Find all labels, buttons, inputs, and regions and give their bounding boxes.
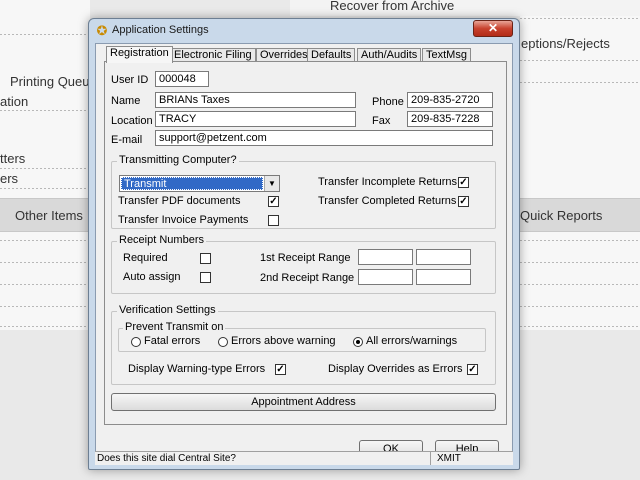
transfer-pdf-checkbox[interactable]: ✓ [268,196,279,207]
bg-divider [0,284,90,285]
bg-divider [0,240,90,241]
bg-divider [520,262,640,263]
receipt-numbers-title: Receipt Numbers [117,234,206,246]
receipt-numbers-group: Receipt Numbers Required Auto assign 1st… [111,234,496,294]
display-warning-label: Display Warning-type Errors [128,363,266,375]
dialog-title: Application Settings [112,24,209,36]
required-checkbox[interactable] [200,253,211,264]
user-id-field[interactable]: 000048 [155,71,209,87]
second-receipt-range-label: 2nd Receipt Range [260,272,355,284]
errors-above-warning-radio[interactable] [218,337,228,347]
bg-divider [520,306,640,307]
prevent-transmit-title: Prevent Transmit on [123,321,226,333]
location-field[interactable]: TRACY [155,111,356,127]
bg-printing-queue[interactable]: Printing Queue [10,74,97,89]
first-range-start-field[interactable] [358,249,413,265]
transfer-pdf-label: Transfer PDF documents [118,195,241,207]
bg-quick-reports[interactable]: Quick Reports [520,208,602,223]
bg-divider [520,18,640,19]
user-id-label: User ID [111,74,149,86]
second-range-end-field[interactable] [416,269,471,285]
transmit-mode-select[interactable]: Transmit ▼ [119,175,280,192]
display-warning-checkbox[interactable]: ✓ [275,364,286,375]
chevron-down-icon[interactable]: ▼ [264,176,279,191]
phone-label: Phone [372,96,404,108]
auto-assign-checkbox[interactable] [200,272,211,283]
all-errors-warnings-radio[interactable] [353,337,363,347]
display-overrides-checkbox[interactable]: ✓ [467,364,478,375]
transmitting-computer-group: Transmitting Computer? Transmit ▼ Transf… [111,154,496,229]
bg-item-ers[interactable]: ers [0,171,18,186]
bg-divider [520,240,640,241]
bg-divider [0,326,90,327]
email-label: E-mail [111,134,143,146]
fax-field[interactable]: 209-835-7228 [407,111,493,127]
appointment-address-button[interactable]: Appointment Address [111,393,496,411]
bg-divider [520,60,640,61]
fatal-errors-label: Fatal errors [144,335,201,347]
first-receipt-range-label: 1st Receipt Range [260,252,351,264]
bg-divider [520,284,640,285]
location-label: Location [111,115,153,127]
fax-label: Fax [372,115,391,127]
fatal-errors-radio[interactable] [131,337,141,347]
close-button[interactable]: ✕ [473,20,513,37]
first-range-end-field[interactable] [416,249,471,265]
second-range-start-field[interactable] [358,269,413,285]
transfer-invoice-checkbox[interactable] [268,215,279,226]
bg-item-tters[interactable]: tters [0,151,25,166]
bg-divider [520,82,640,83]
errors-above-warning-label: Errors above warning [231,335,336,347]
registration-tab-panel: User ID 000048 Name BRIANs Taxes Phone 2… [104,61,507,425]
bg-divider [0,34,90,35]
bg-divider [0,188,90,189]
dialog-client-area: Registration Electronic Filing Overrides… [95,43,513,463]
bg-recover-archive[interactable]: Recover from Archive [330,0,454,13]
transmit-mode-value: Transmit [121,177,263,190]
email-field[interactable]: support@petzent.com [155,130,493,146]
bg-divider [520,326,640,327]
bg-divider [0,168,90,169]
tab-registration[interactable]: Registration [106,46,173,63]
name-field[interactable]: BRIANs Taxes [155,92,356,108]
bg-item-ation[interactable]: ation [0,94,28,109]
verification-settings-title: Verification Settings [117,304,218,316]
all-errors-warnings-label: All errors/warnings [366,335,458,347]
bg-divider [0,110,90,111]
status-message: Does this site dial Central Site? [95,452,431,465]
prevent-transmit-group: Prevent Transmit on Fatal errors Errors … [118,321,486,352]
transfer-completed-label: Transfer Completed Returns [318,195,457,207]
transfer-incomplete-label: Transfer Incomplete Returns [318,176,457,188]
app-icon: ✪ [96,23,108,38]
title-bar[interactable]: ✪ Application Settings ✕ [89,19,519,43]
bg-divider [0,262,90,263]
name-label: Name [111,95,141,107]
verification-settings-group: Verification Settings Prevent Transmit o… [111,304,496,385]
bg-divider [0,306,90,307]
transfer-invoice-label: Transfer Invoice Payments [118,214,249,226]
application-settings-dialog: ✪ Application Settings ✕ Registration El… [88,18,520,470]
phone-field[interactable]: 209-835-2720 [407,92,493,108]
transfer-completed-checkbox[interactable]: ✓ [458,196,469,207]
transfer-incomplete-checkbox[interactable]: ✓ [458,177,469,188]
bg-exceptions-rejects[interactable]: eptions/Rejects [521,36,610,51]
bg-other-items[interactable]: Other Items [15,208,83,223]
auto-assign-label: Auto assign [123,271,181,283]
status-mode: XMIT [437,453,461,464]
transmitting-computer-title: Transmitting Computer? [117,154,239,166]
required-label: Required [123,252,168,264]
status-bar: Does this site dial Central Site? XMIT [95,451,513,465]
display-overrides-label: Display Overrides as Errors [328,363,463,375]
